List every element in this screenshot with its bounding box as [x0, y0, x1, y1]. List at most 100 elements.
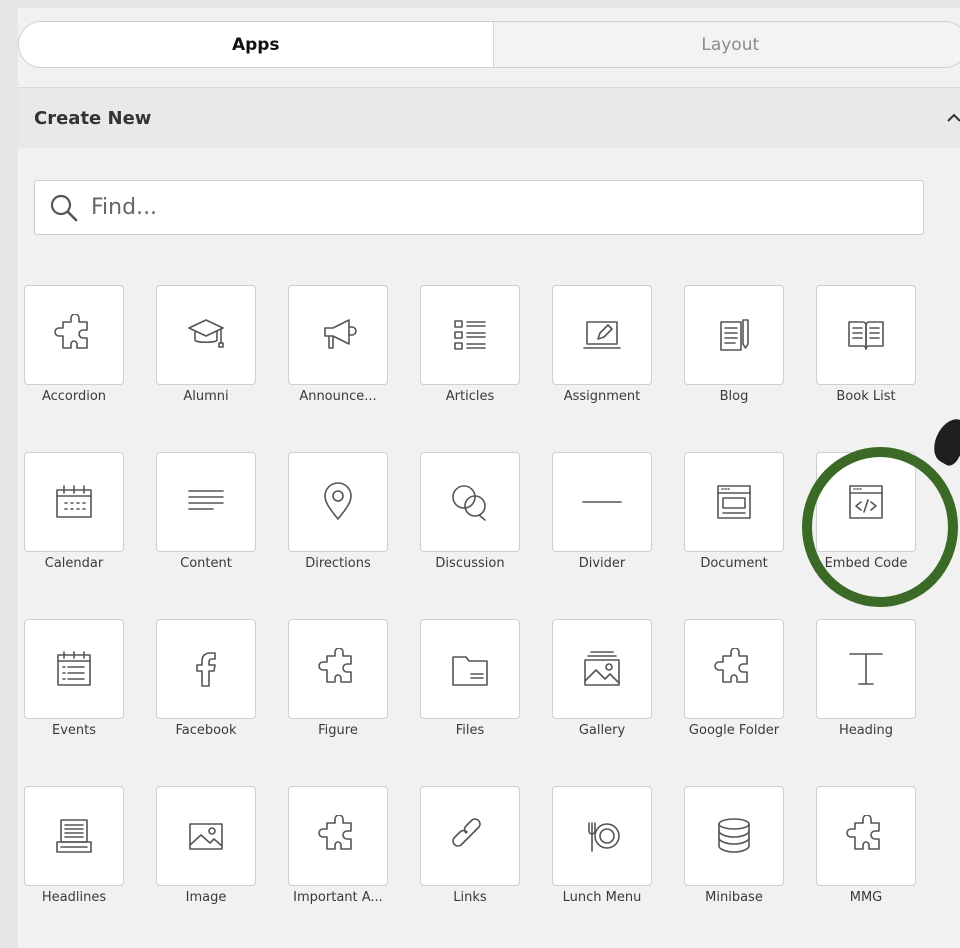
puzzle-icon: [713, 648, 755, 690]
app-tile-events[interactable]: Events: [24, 619, 124, 744]
app-tile-label: Book List: [802, 389, 930, 404]
app-tile-discussion[interactable]: Discussion: [420, 452, 520, 577]
app-tile-icon-box[interactable]: [684, 452, 784, 552]
app-tile-label: Files: [406, 723, 534, 738]
app-tile-label: Announce...: [274, 389, 402, 404]
folder-icon: [449, 648, 491, 690]
app-tile-lunch-menu[interactable]: Lunch Menu: [552, 786, 652, 911]
text-lines-icon: [185, 481, 227, 523]
app-tile-figure[interactable]: Figure: [288, 619, 388, 744]
puzzle-icon: [317, 815, 359, 857]
app-tile-divider[interactable]: Divider: [552, 452, 652, 577]
app-tile-calendar[interactable]: Calendar: [24, 452, 124, 577]
app-tile-label: Headlines: [10, 890, 138, 905]
headlines-icon: [53, 815, 95, 857]
app-tile-heading[interactable]: Heading: [816, 619, 916, 744]
app-tile-icon-box[interactable]: [156, 619, 256, 719]
app-tile-icon-box[interactable]: [156, 786, 256, 886]
puzzle-icon: [53, 314, 95, 356]
calendar-icon: [53, 481, 95, 523]
facebook-icon: [185, 648, 227, 690]
app-tile-icon-box[interactable]: [552, 285, 652, 385]
app-tile-blog[interactable]: Blog: [684, 285, 784, 410]
text-heading-icon: [845, 648, 887, 690]
app-tile-icon-box[interactable]: [552, 786, 652, 886]
assignment-icon: [581, 314, 623, 356]
app-tile-icon-box[interactable]: [816, 619, 916, 719]
search-box: [34, 180, 924, 235]
app-tile-label: Calendar: [10, 556, 138, 571]
app-tile-icon-box[interactable]: [288, 786, 388, 886]
articles-list-icon: [449, 314, 491, 356]
app-tile-gallery[interactable]: Gallery: [552, 619, 652, 744]
app-tile-label: Assignment: [538, 389, 666, 404]
app-tile-icon-box[interactable]: [156, 285, 256, 385]
app-tile-icon-box[interactable]: [420, 285, 520, 385]
app-tile-label: Alumni: [142, 389, 270, 404]
app-tile-book-list[interactable]: Book List: [816, 285, 916, 410]
app-tile-icon-box[interactable]: [816, 786, 916, 886]
app-tile-mmg[interactable]: MMG: [816, 786, 916, 911]
app-tile-icon-box[interactable]: [684, 786, 784, 886]
app-tile-label: Lunch Menu: [538, 890, 666, 905]
app-tile-content[interactable]: Content: [156, 452, 256, 577]
app-tile-minibase[interactable]: Minibase: [684, 786, 784, 911]
app-tile-icon-box[interactable]: [288, 619, 388, 719]
app-tile-label: Events: [10, 723, 138, 738]
app-tile-label: Minibase: [670, 890, 798, 905]
app-tile-label: Gallery: [538, 723, 666, 738]
app-tile-icon-box[interactable]: [288, 452, 388, 552]
tab-layout[interactable]: Layout: [493, 22, 960, 67]
app-tile-icon-box[interactable]: [816, 285, 916, 385]
app-tile-assignment[interactable]: Assignment: [552, 285, 652, 410]
app-tile-facebook[interactable]: Facebook: [156, 619, 256, 744]
app-tile-icon-box[interactable]: [684, 619, 784, 719]
app-tile-label: Image: [142, 890, 270, 905]
app-tile-accordion[interactable]: Accordion: [24, 285, 124, 410]
app-tile-icon-box[interactable]: [552, 619, 652, 719]
app-tile-embed-code[interactable]: Embed Code: [816, 452, 916, 577]
chat-bubbles-icon: [449, 481, 491, 523]
app-tile-label: Directions: [274, 556, 402, 571]
app-tile-articles[interactable]: Articles: [420, 285, 520, 410]
app-tile-icon-box[interactable]: [420, 452, 520, 552]
app-tile-icon-box[interactable]: [552, 452, 652, 552]
app-tile-icon-box[interactable]: [156, 452, 256, 552]
search-icon: [49, 193, 79, 223]
chevron-up-icon[interactable]: [946, 111, 960, 125]
app-tile-files[interactable]: Files: [420, 619, 520, 744]
graduation-cap-icon: [185, 314, 227, 356]
app-tile-label: Google Folder: [670, 723, 798, 738]
app-tile-document[interactable]: Document: [684, 452, 784, 577]
app-tile-label: MMG: [802, 890, 930, 905]
plate-fork-icon: [581, 815, 623, 857]
create-new-header[interactable]: Create New: [18, 88, 960, 148]
database-icon: [713, 815, 755, 857]
app-tile-icon-box[interactable]: [684, 285, 784, 385]
app-tile-icon-box[interactable]: [24, 285, 124, 385]
events-list-icon: [53, 648, 95, 690]
puzzle-icon: [317, 648, 359, 690]
tab-bar: Apps Layout: [18, 21, 960, 68]
app-tile-google-folder[interactable]: Google Folder: [684, 619, 784, 744]
app-tile-icon-box[interactable]: [816, 452, 916, 552]
section-title: Create New: [34, 108, 151, 129]
app-tile-announce[interactable]: Announce...: [288, 285, 388, 410]
app-tile-icon-box[interactable]: [288, 285, 388, 385]
app-tile-image[interactable]: Image: [156, 786, 256, 911]
app-tile-alumni[interactable]: Alumni: [156, 285, 256, 410]
app-tile-links[interactable]: Links: [420, 786, 520, 911]
map-pin-icon: [317, 481, 359, 523]
blog-icon: [713, 314, 755, 356]
app-tile-directions[interactable]: Directions: [288, 452, 388, 577]
app-tile-icon-box[interactable]: [420, 786, 520, 886]
app-tile-important-a[interactable]: Important A...: [288, 786, 388, 911]
search-input[interactable]: [89, 194, 893, 221]
app-tile-icon-box[interactable]: [24, 619, 124, 719]
app-tile-icon-box[interactable]: [24, 452, 124, 552]
app-tile-headlines[interactable]: Headlines: [24, 786, 124, 911]
tab-apps[interactable]: Apps: [19, 22, 493, 67]
app-tile-icon-box[interactable]: [420, 619, 520, 719]
app-tile-icon-box[interactable]: [24, 786, 124, 886]
open-book-icon: [845, 314, 887, 356]
